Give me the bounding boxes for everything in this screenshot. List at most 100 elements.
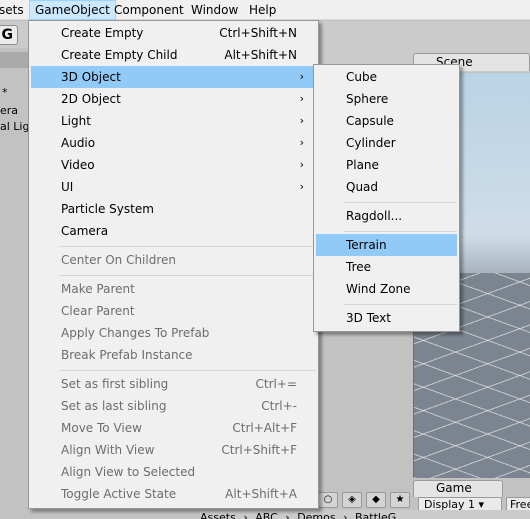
submenu-arrow-icon: › xyxy=(299,180,304,193)
project-breadcrumb: Assets › ABC › Demos › BattleG xyxy=(200,510,530,519)
menu-item-label: Sphere xyxy=(346,92,389,106)
submenu-arrow-icon: › xyxy=(299,114,304,127)
menu-help[interactable]: Help xyxy=(244,0,281,20)
menu-item-label: Light xyxy=(61,114,91,128)
menu-item-label: Cylinder xyxy=(346,136,396,150)
menu-assets[interactable]: sets xyxy=(0,0,29,20)
menu-item-label: Break Prefab Instance xyxy=(61,348,193,362)
hierarchy-row-camera[interactable]: era xyxy=(0,104,18,117)
menu-item-camera[interactable]: Camera xyxy=(31,220,316,242)
menu-item-create-empty-child[interactable]: Create Empty Child Alt+Shift+N xyxy=(31,44,316,66)
menu-item-label: Video xyxy=(61,158,95,172)
menu-item-apply-changes-to-prefab[interactable]: Apply Changes To Prefab xyxy=(31,322,316,344)
menu-item-set-first-sibling[interactable]: Set as first sibling Ctrl+= xyxy=(31,373,316,395)
project-toolbar: ○ ◈ ◆ ★ xyxy=(318,492,412,508)
menu-item-shortcut: Ctrl+- xyxy=(261,399,297,413)
menu-component[interactable]: Component xyxy=(109,0,189,20)
filter-label-icon[interactable]: ◆ xyxy=(366,492,386,508)
menu-item-capsule[interactable]: Capsule xyxy=(316,110,457,132)
menu-item-center-on-children[interactable]: Center On Children xyxy=(31,249,316,271)
menu-item-label: Terrain xyxy=(346,238,387,252)
breadcrumb-separator: › xyxy=(243,511,248,519)
menu-item-cylinder[interactable]: Cylinder xyxy=(316,132,457,154)
menu-item-label: 3D Text xyxy=(346,311,391,325)
menu-window[interactable]: Window xyxy=(186,0,243,20)
menu-item-label: Ragdoll... xyxy=(346,209,403,223)
menu-item-label: Set as last sibling xyxy=(61,399,167,413)
gameobject-menu: Create Empty Ctrl+Shift+N Create Empty C… xyxy=(28,20,319,509)
submenu-arrow-icon: › xyxy=(299,158,304,171)
submenu-arrow-icon: › xyxy=(299,136,304,149)
menu-item-label: Center On Children xyxy=(61,253,176,267)
menu-item-align-view-to-selected[interactable]: Align View to Selected xyxy=(31,461,316,483)
menu-item-label: Move To View xyxy=(61,421,142,435)
menu-item-set-last-sibling[interactable]: Set as last sibling Ctrl+- xyxy=(31,395,316,417)
hierarchy-scene-marker: * xyxy=(2,86,8,99)
hierarchy-tab[interactable] xyxy=(0,52,28,68)
menu-item-move-to-view[interactable]: Move To View Ctrl+Alt+F xyxy=(31,417,316,439)
menu-separator xyxy=(59,246,316,247)
menu-item-label: Particle System xyxy=(61,202,154,216)
menu-separator xyxy=(59,275,316,276)
menubar: sets GameObject Component Window Help xyxy=(0,0,530,20)
menu-item-shortcut: Ctrl+Alt+F xyxy=(232,421,297,435)
menu-item-label: Plane xyxy=(346,158,379,172)
menu-item-shortcut: Ctrl+= xyxy=(255,377,297,391)
breadcrumb-item[interactable]: ABC xyxy=(255,511,278,519)
menu-item-3d-object[interactable]: 3D Object › xyxy=(31,66,316,88)
menu-item-3d-text[interactable]: 3D Text xyxy=(316,307,457,329)
search-options-icon[interactable]: ○ xyxy=(318,492,338,508)
menu-item-align-with-view[interactable]: Align With View Ctrl+Shift+F xyxy=(31,439,316,461)
breadcrumb-separator: › xyxy=(343,511,348,519)
menu-item-label: Capsule xyxy=(346,114,394,128)
menu-item-shortcut: Alt+Shift+A xyxy=(225,487,297,501)
menu-item-toggle-active-state[interactable]: Toggle Active State Alt+Shift+A xyxy=(31,483,316,505)
menu-item-label: Camera xyxy=(61,224,109,238)
menu-gameobject[interactable]: GameObject xyxy=(29,0,116,20)
menu-item-ragdoll[interactable]: Ragdoll... xyxy=(316,205,457,227)
menu-item-label: Create Empty xyxy=(61,26,144,40)
breadcrumb-separator: › xyxy=(285,511,290,519)
menu-item-label: Cube xyxy=(346,70,377,84)
menu-item-break-prefab-instance[interactable]: Break Prefab Instance xyxy=(31,344,316,366)
menu-item-cube[interactable]: Cube xyxy=(316,66,457,88)
menu-item-label: Align With View xyxy=(61,443,155,457)
menu-separator xyxy=(344,304,457,305)
menu-item-label: Apply Changes To Prefab xyxy=(61,326,210,340)
menu-item-terrain[interactable]: Terrain xyxy=(316,234,457,256)
menu-item-sphere[interactable]: Sphere xyxy=(316,88,457,110)
menu-item-clear-parent[interactable]: Clear Parent xyxy=(31,300,316,322)
menu-item-make-parent[interactable]: Make Parent xyxy=(31,278,316,300)
submenu-arrow-icon: › xyxy=(299,92,304,105)
menu-item-label: 2D Object xyxy=(61,92,121,106)
menu-item-shortcut: Ctrl+Shift+F xyxy=(221,443,297,457)
menu-item-label: UI xyxy=(61,180,74,194)
hierarchy-panel: * era al Ligh xyxy=(0,68,36,498)
menu-item-ui[interactable]: UI › xyxy=(31,176,316,198)
menu-item-particle-system[interactable]: Particle System xyxy=(31,198,316,220)
menu-item-label: Quad xyxy=(346,180,379,194)
menu-item-label: Set as first sibling xyxy=(61,377,169,391)
menu-item-light[interactable]: Light › xyxy=(31,110,316,132)
breadcrumb-item[interactable]: Demos xyxy=(297,511,335,519)
menu-item-audio[interactable]: Audio › xyxy=(31,132,316,154)
favorite-star-icon[interactable]: ★ xyxy=(390,492,410,508)
menu-item-label: Wind Zone xyxy=(346,282,411,296)
menu-item-label: Audio xyxy=(61,136,96,150)
menu-item-tree[interactable]: Tree xyxy=(316,256,457,278)
menu-item-create-empty[interactable]: Create Empty Ctrl+Shift+N xyxy=(31,22,316,44)
menu-item-label: Make Parent xyxy=(61,282,135,296)
menu-separator xyxy=(59,370,316,371)
breadcrumb-item[interactable]: BattleG xyxy=(355,511,396,519)
menu-item-quad[interactable]: Quad xyxy=(316,176,457,198)
menu-item-plane[interactable]: Plane xyxy=(316,154,457,176)
breadcrumb-item[interactable]: Assets xyxy=(200,511,236,519)
menu-item-wind-zone[interactable]: Wind Zone xyxy=(316,278,457,300)
transform-tool-button[interactable]: G xyxy=(0,25,18,45)
menu-item-2d-object[interactable]: 2D Object › xyxy=(31,88,316,110)
game-tab-label: Game xyxy=(436,481,472,495)
menu-item-video[interactable]: Video › xyxy=(31,154,316,176)
tab-game[interactable]: Game xyxy=(413,480,503,497)
menu-item-label: Tree xyxy=(346,260,372,274)
filter-type-icon[interactable]: ◈ xyxy=(342,492,362,508)
